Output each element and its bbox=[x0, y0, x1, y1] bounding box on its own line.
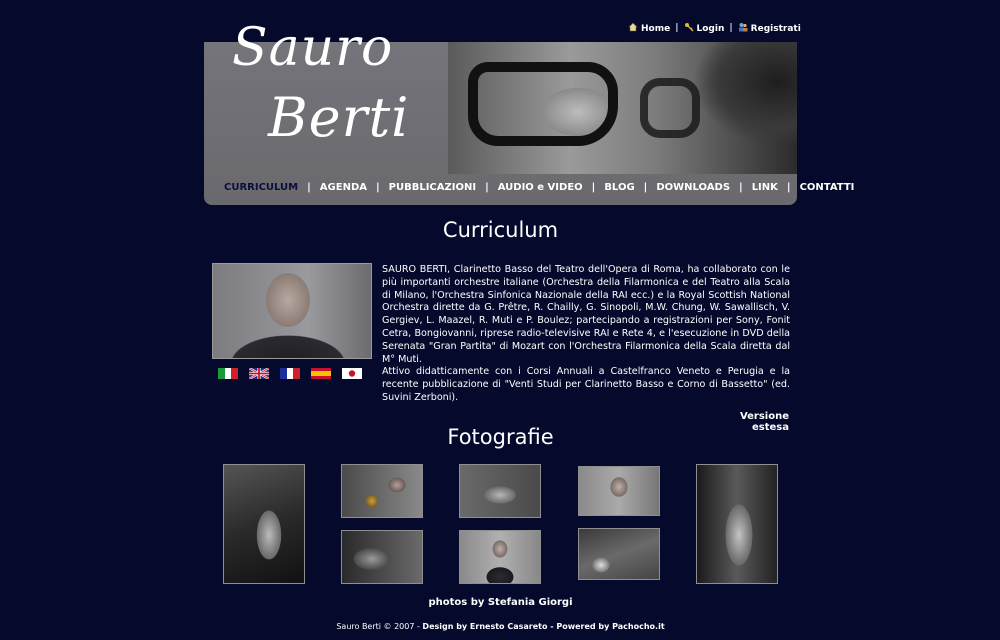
login-link[interactable]: Login bbox=[684, 22, 724, 34]
separator: | bbox=[729, 23, 733, 33]
photo-thumbnail[interactable] bbox=[341, 464, 423, 518]
fotografie-title: Fotografie bbox=[447, 425, 554, 449]
nav-pubblicazioni[interactable]: PUBBLICAZIONI bbox=[389, 182, 476, 193]
japanese-flag-icon[interactable] bbox=[342, 368, 362, 379]
glasses-graphic bbox=[640, 78, 700, 138]
nav-separator: | bbox=[485, 182, 489, 193]
photo-thumbnail[interactable] bbox=[578, 466, 660, 516]
copyright: Sauro Berti © 2007 - bbox=[336, 622, 423, 631]
uk-flag-icon[interactable] bbox=[249, 368, 269, 379]
french-flag-icon[interactable] bbox=[280, 368, 301, 379]
curriculum-title: Curriculum bbox=[442, 218, 559, 242]
logo-first-name: Sauro bbox=[232, 18, 394, 78]
design-credit-link[interactable]: Design by Ernesto Casareto bbox=[422, 622, 547, 631]
nav-separator: | bbox=[739, 182, 743, 193]
separator: | bbox=[675, 23, 679, 33]
main-nav: CURRICULUM | AGENDA | PUBBLICAZIONI | AU… bbox=[224, 182, 854, 193]
portrait-photo bbox=[212, 263, 372, 359]
nav-separator: | bbox=[591, 182, 596, 193]
language-flags bbox=[218, 368, 362, 379]
photo-thumbnail[interactable] bbox=[223, 464, 305, 584]
footer: Sauro Berti © 2007 - Design by Ernesto C… bbox=[204, 622, 797, 631]
registrati-link[interactable]: Registrati bbox=[738, 22, 801, 34]
nav-link[interactable]: LINK bbox=[752, 182, 778, 193]
photo-thumbnail[interactable] bbox=[459, 464, 541, 518]
italian-flag-icon[interactable] bbox=[218, 368, 239, 379]
home-link[interactable]: Home bbox=[628, 22, 670, 34]
curriculum-paragraph: Attivo didatticamente con i Corsi Annual… bbox=[382, 366, 790, 403]
photo-credit: photos by Stefania Giorgi bbox=[428, 597, 573, 608]
curriculum-text: SAURO BERTI, Clarinetto Basso del Teatro… bbox=[382, 264, 790, 405]
nav-contatti[interactable]: CONTATTI bbox=[800, 182, 855, 193]
key-icon bbox=[684, 22, 694, 32]
nav-blog[interactable]: BLOG bbox=[604, 182, 634, 193]
photo-thumbnail[interactable] bbox=[341, 530, 423, 584]
glasses-graphic bbox=[468, 62, 618, 146]
nav-separator: | bbox=[375, 182, 380, 193]
nav-separator: | bbox=[307, 182, 311, 193]
top-links: Home | Login | Registrati bbox=[628, 22, 801, 34]
curriculum-paragraph: SAURO BERTI, Clarinetto Basso del Teatro… bbox=[382, 264, 790, 365]
powered-by-link[interactable]: Powered by Pachocho.it bbox=[556, 622, 664, 631]
users-icon bbox=[738, 22, 748, 32]
photo-thumbnail[interactable] bbox=[459, 530, 541, 584]
logo-last-name: Berti bbox=[268, 86, 410, 149]
photo-thumbnail[interactable] bbox=[696, 464, 778, 584]
footer-separator: - bbox=[547, 622, 557, 631]
nav-downloads[interactable]: DOWNLOADS bbox=[656, 182, 730, 193]
spanish-flag-icon[interactable] bbox=[311, 368, 331, 379]
nav-separator: | bbox=[643, 182, 648, 193]
nav-agenda[interactable]: AGENDA bbox=[320, 182, 367, 193]
photo-thumbnail[interactable] bbox=[578, 528, 660, 580]
nav-separator: | bbox=[786, 182, 791, 193]
home-icon bbox=[628, 22, 638, 32]
nav-curriculum[interactable]: CURRICULUM bbox=[224, 182, 298, 193]
nav-audio-video[interactable]: AUDIO e VIDEO bbox=[498, 182, 583, 193]
